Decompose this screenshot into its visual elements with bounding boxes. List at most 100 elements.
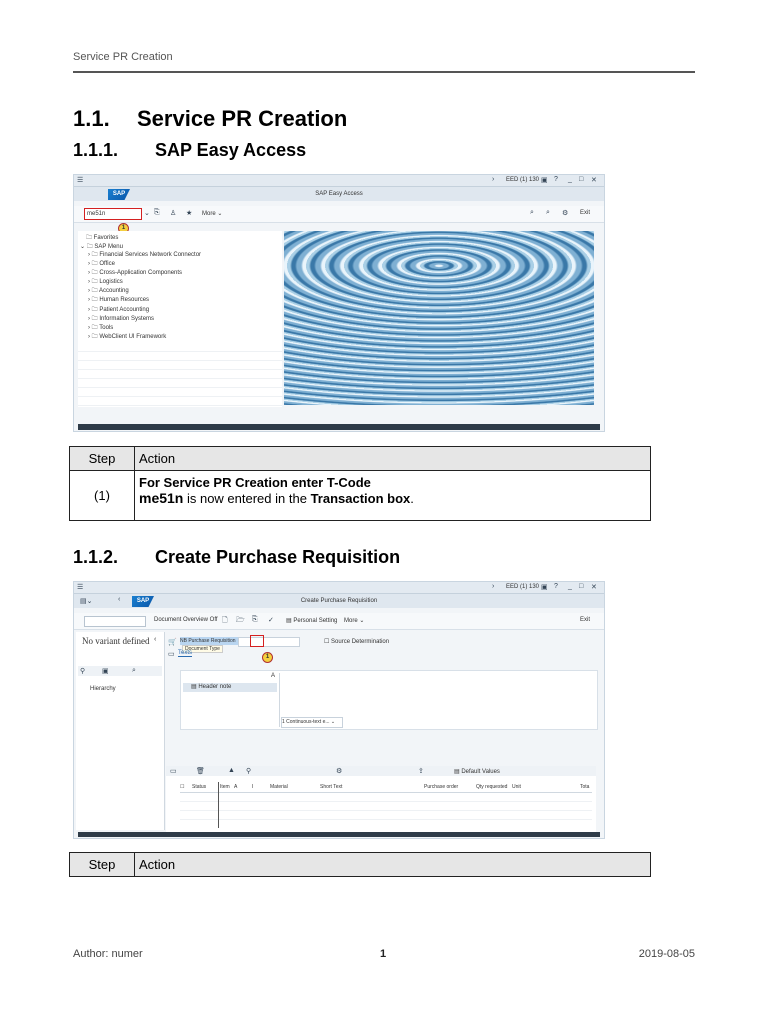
menu-item[interactable]: › 🗀 WebClient UI Framework bbox=[88, 333, 201, 342]
maximize-icon[interactable]: □ bbox=[579, 176, 583, 183]
personal-setting-button[interactable]: ▤ Personal Setting bbox=[286, 617, 337, 624]
variant-toolbar: ⚲ ▣ ⌕ bbox=[78, 666, 162, 676]
col-a-label: A bbox=[271, 673, 276, 679]
personal-setting-label: Personal Setting bbox=[293, 618, 338, 624]
search-icon[interactable]: ⌕ bbox=[530, 209, 534, 217]
close-icon[interactable]: ✕ bbox=[591, 176, 597, 184]
filter-icon[interactable]: ⚲ bbox=[80, 667, 85, 675]
star-icon[interactable]: ★ bbox=[186, 209, 192, 217]
texts-tab[interactable]: Texts bbox=[178, 650, 193, 657]
sap-menu-label: SAP Menu bbox=[94, 244, 123, 250]
hierarchy-label: Hierarchy bbox=[90, 686, 116, 692]
more-menu[interactable]: More ⌄ bbox=[202, 210, 222, 217]
dropdown-highlight[interactable] bbox=[250, 635, 264, 647]
dropdown-icon[interactable]: ⌄ bbox=[144, 209, 150, 217]
continuous-text-select[interactable]: 1 Continuous-text e... ⌄ bbox=[281, 717, 343, 728]
header-note-text: Header note bbox=[198, 684, 232, 690]
step-number: (1) bbox=[69, 470, 135, 521]
col-material: Material bbox=[270, 784, 288, 790]
menu-item[interactable]: › 🗀 Patient Accounting bbox=[88, 306, 201, 315]
continuous-text-label: 1 Continuous-text e... bbox=[282, 719, 330, 725]
menu-item[interactable]: › 🗀 Logistics bbox=[88, 278, 201, 287]
search-more-icon[interactable]: ⌕ bbox=[546, 209, 550, 217]
more-menu-2[interactable]: More ⌄ bbox=[344, 617, 364, 624]
chevron-right-icon[interactable]: › bbox=[492, 176, 494, 183]
item-rows bbox=[180, 793, 592, 827]
sap-titlebar-2: ▤⌄ ‹ SAP Create Purchase Requisition bbox=[74, 594, 604, 608]
sort-asc-icon[interactable]: ▲ bbox=[228, 767, 235, 774]
close-icon[interactable]: ✕ bbox=[591, 583, 597, 591]
col-unit: Unit bbox=[512, 784, 521, 790]
transaction-box-text: Transaction box bbox=[310, 491, 411, 506]
step-table-header-2: Step Action bbox=[69, 852, 651, 877]
new-doc-icon[interactable]: 🗋 bbox=[222, 616, 228, 627]
chevron-right-icon[interactable]: › bbox=[492, 583, 494, 590]
favorites-add-icon[interactable]: ⎘ bbox=[154, 209, 160, 217]
hamburger-icon[interactable]: ☰ bbox=[77, 176, 83, 184]
step-table-1: Step Action (1) For Service PR Creation … bbox=[69, 446, 651, 521]
menu-item-label: Patient Accounting bbox=[99, 306, 150, 313]
settings-icon[interactable]: ⚙ bbox=[562, 209, 568, 217]
menu-item[interactable]: › 🗀 Tools bbox=[88, 324, 201, 333]
layout-icon[interactable]: ▣ bbox=[102, 667, 109, 675]
col-item: Item bbox=[220, 784, 230, 790]
command-field[interactable] bbox=[84, 616, 146, 627]
sap-toolbar-2: Document Overview Off 🗋 🗁 ⎘ ✓ ▤ Personal… bbox=[74, 613, 604, 630]
menu-item[interactable]: › 🗀 Cross-Application Components bbox=[88, 269, 201, 278]
collapse-icon[interactable]: ‹ bbox=[154, 636, 156, 643]
menu-item[interactable]: › 🗀 Human Resources bbox=[88, 296, 201, 305]
window-title: SAP Easy Access bbox=[315, 191, 363, 197]
sap-topbar: ☰ › EED (1) 130 ▣ ? _ □ ✕ bbox=[74, 175, 604, 187]
menu-item-label: Information Systems bbox=[99, 315, 155, 322]
item-table-header: ☐ Status Item A I Material Short Text Pu… bbox=[180, 782, 592, 793]
export-icon[interactable]: ⇪ bbox=[418, 767, 424, 775]
menu-item-label: Tools bbox=[99, 324, 114, 331]
copy-icon[interactable]: ⎘ bbox=[252, 616, 258, 624]
maximize-icon[interactable]: □ bbox=[579, 583, 583, 590]
menu-item[interactable]: › 🗀 Office bbox=[88, 260, 201, 269]
menu-item[interactable]: › 🗀 Accounting bbox=[88, 287, 201, 296]
check-icon[interactable]: ✓ bbox=[268, 616, 274, 624]
open-doc-icon[interactable]: 🗁 bbox=[236, 616, 245, 627]
settings-icon-2[interactable]: ⚙ bbox=[336, 767, 342, 775]
user-menu-icon[interactable]: ♙ bbox=[170, 209, 176, 217]
step-row: (1) For Service PR Creation enter T-Code… bbox=[69, 470, 651, 521]
window-icon[interactable]: ▣ bbox=[541, 583, 548, 591]
hamburger-icon[interactable]: ☰ bbox=[77, 583, 83, 591]
minimize-icon[interactable]: _ bbox=[568, 176, 572, 183]
delete-icon[interactable]: 🗑 bbox=[196, 767, 205, 775]
menu-item[interactable]: › 🗀 Information Systems bbox=[88, 315, 201, 324]
step-marker-2: 1 bbox=[262, 652, 273, 663]
menu-tree: 🗀 Favorites ⌄ 🗀 SAP Menu › 🗀 Financial S… bbox=[78, 231, 282, 407]
col-action-2: Action bbox=[134, 852, 651, 877]
document-number-field[interactable] bbox=[238, 637, 300, 647]
filter-icon-2[interactable]: ⚲ bbox=[246, 767, 251, 775]
help-icon[interactable]: ? bbox=[554, 583, 558, 590]
select-all-checkbox[interactable]: ☐ bbox=[180, 784, 184, 790]
footer-page-number: 1 bbox=[380, 948, 387, 960]
menu-item[interactable]: › 🗀 Financial Services Network Connector bbox=[88, 251, 201, 260]
default-values-button[interactable]: ▤ Default Values bbox=[454, 768, 500, 775]
exit-button[interactable]: Exit bbox=[580, 210, 590, 216]
create-pr-screenshot: ☰ › EED (1) 130 ▣ ? _ □ ✕ ▤⌄ ‹ SAP Creat… bbox=[73, 581, 605, 839]
system-info-2: EED (1) 130 bbox=[506, 584, 540, 590]
source-determination-checkbox[interactable]: ☐ Source Determination bbox=[324, 638, 389, 645]
transaction-input[interactable]: me51n bbox=[84, 208, 142, 220]
document-overview-button[interactable]: Document Overview Off bbox=[154, 617, 218, 623]
menu-items: › 🗀 Financial Services Network Connector… bbox=[88, 251, 201, 342]
minimize-icon[interactable]: _ bbox=[568, 583, 572, 590]
item-detail-icon[interactable]: ▭ bbox=[170, 767, 177, 775]
document-type-select[interactable]: NB Purchase Requisition bbox=[180, 637, 238, 645]
collapse-header-icon[interactable]: ▭ bbox=[168, 650, 175, 658]
menu-item-label: Office bbox=[99, 261, 115, 268]
window-icon[interactable]: ▣ bbox=[541, 176, 548, 184]
help-icon[interactable]: ? bbox=[554, 176, 558, 183]
source-determination-label: Source Determination bbox=[331, 639, 390, 645]
header-rule bbox=[73, 71, 695, 73]
action-mid-text: is now entered in the bbox=[183, 491, 311, 506]
exit-button-2[interactable]: Exit bbox=[580, 617, 590, 623]
find-icon[interactable]: ⌕ bbox=[132, 667, 136, 675]
sap-toolbar: me51n ⌄ ⎘ ♙ ★ More ⌄ ⌕ ⌕ ⚙ Exit bbox=[74, 206, 604, 223]
header-note-row[interactable]: ▤ Header note bbox=[183, 683, 277, 692]
no-variant-text: No variant defined bbox=[82, 636, 150, 646]
